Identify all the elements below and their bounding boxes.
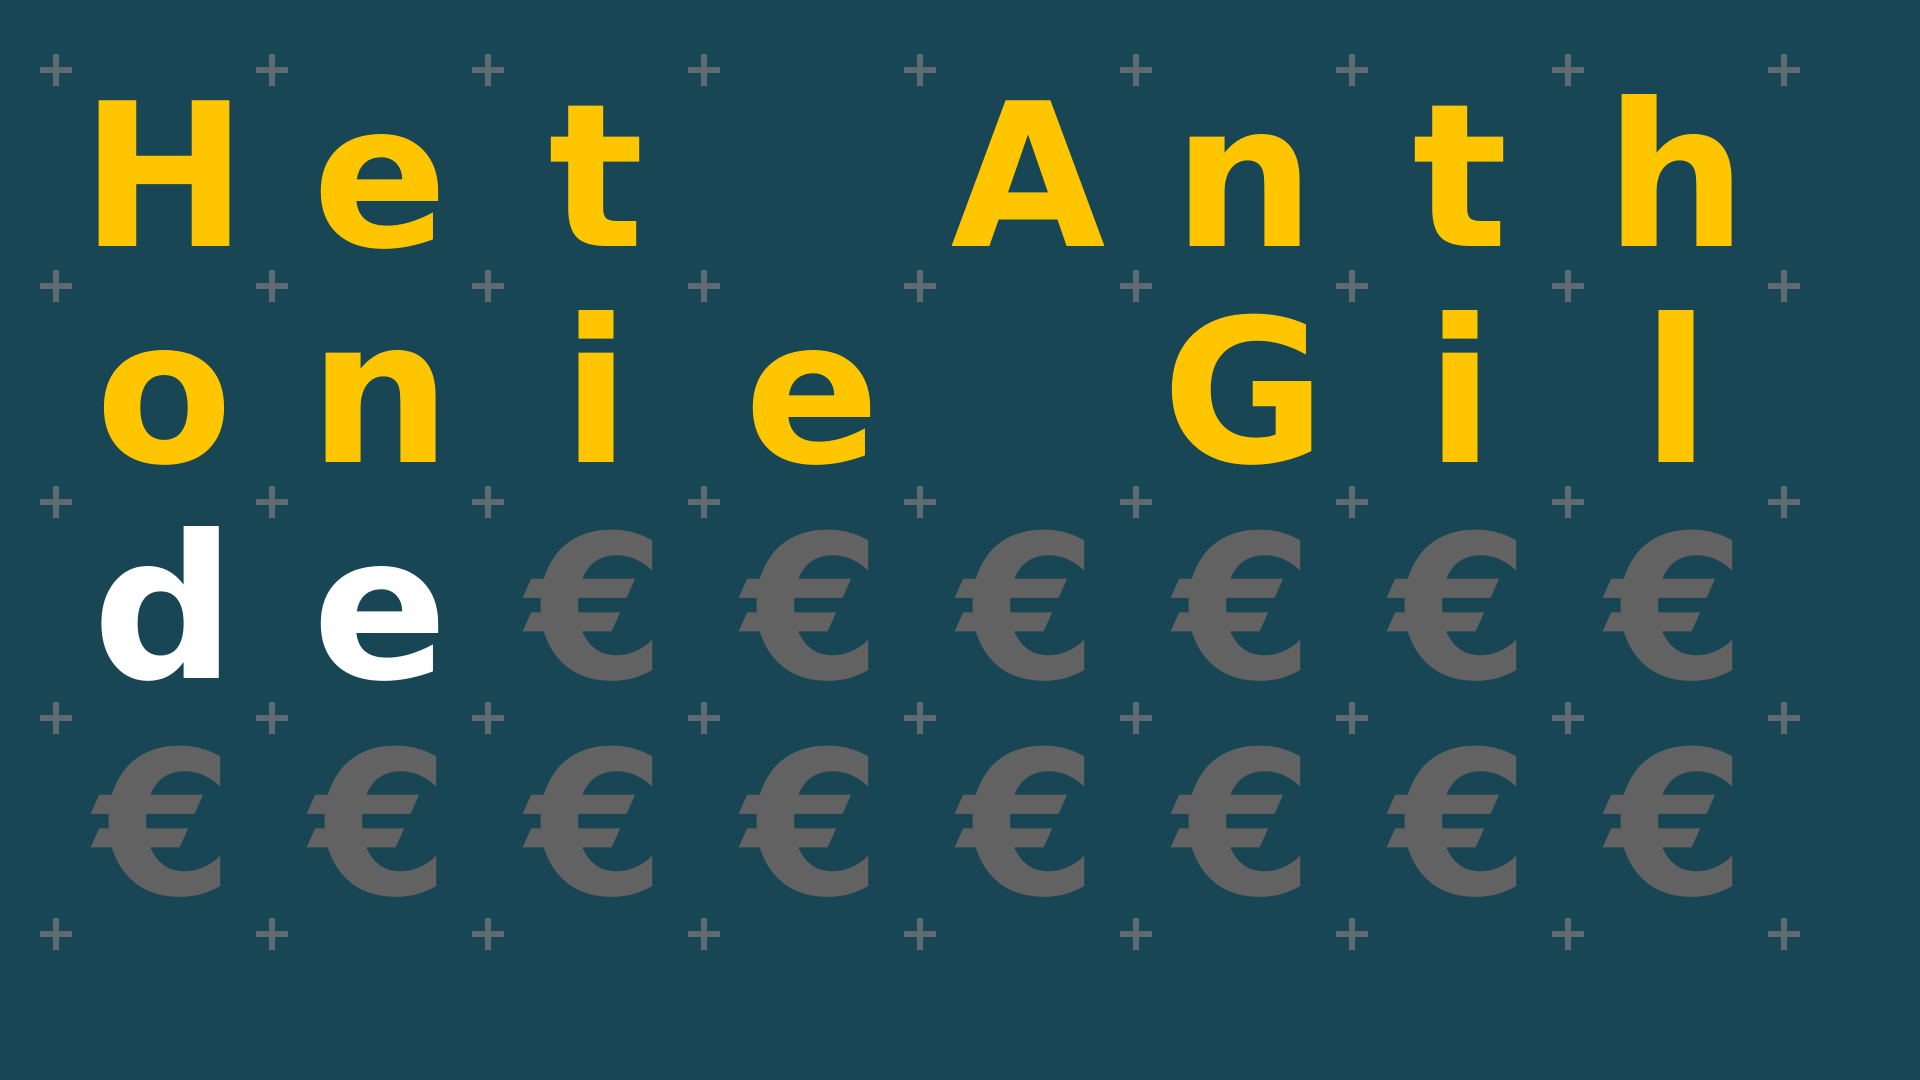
letter-cell: n	[308, 277, 452, 510]
letter-cell: i	[561, 277, 631, 510]
letter-cell: i	[1425, 277, 1495, 510]
euro-placeholder-cell: €	[1390, 493, 1530, 726]
letter-cell: l	[1641, 277, 1711, 510]
letter-cell: e	[312, 493, 448, 726]
euro-placeholder-cell: €	[742, 709, 882, 942]
euro-placeholder-cell: €	[1390, 709, 1530, 942]
euro-placeholder-cell: €	[1174, 709, 1314, 942]
letter-cell: h	[1604, 61, 1748, 294]
letter-cell: e	[744, 277, 880, 510]
puzzle-board: He t An t h o n i e Gi l d e € € € € € € € € € € € € € €	[0, 0, 1920, 1080]
letter-cell: G	[1161, 277, 1327, 510]
euro-placeholder-cell: €	[1174, 493, 1314, 726]
euro-placeholder-cell: €	[310, 709, 450, 942]
euro-placeholder-cell: €	[526, 493, 666, 726]
letter-cell: t	[1412, 61, 1508, 294]
empty-cell	[920, 286, 1136, 502]
letter-cell: A	[950, 61, 1106, 294]
letter-cell: d	[92, 493, 236, 726]
empty-cell	[704, 70, 920, 286]
euro-placeholder-cell: €	[526, 709, 666, 942]
letter-cell: H	[80, 61, 248, 294]
euro-placeholder-cell: €	[742, 493, 882, 726]
euro-placeholder-cell: €	[958, 709, 1098, 942]
euro-placeholder-cell: €	[958, 493, 1098, 726]
euro-placeholder-cell: €	[1606, 493, 1746, 726]
letter-cell: t	[548, 61, 644, 294]
letter-cell: o	[95, 277, 233, 510]
euro-placeholder-cell: €	[94, 709, 234, 942]
euro-placeholder-cell: €	[1606, 709, 1746, 942]
letter-cell: n	[1172, 61, 1316, 294]
letter-cell: e	[312, 61, 448, 294]
